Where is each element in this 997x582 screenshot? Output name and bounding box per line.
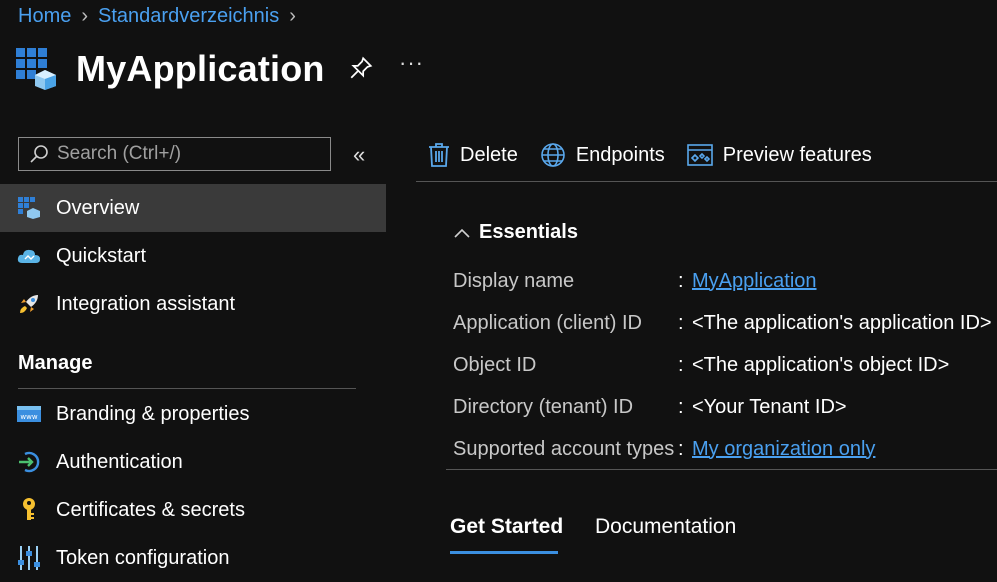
cloud-icon — [17, 244, 41, 268]
sidebar-item-label: Branding & properties — [56, 402, 250, 425]
breadcrumb: Home › Standardverzeichnis › — [18, 3, 296, 29]
preview-features-icon — [686, 144, 713, 166]
app-grid-icon — [17, 196, 41, 220]
endpoints-label: Endpoints — [575, 143, 665, 166]
essentials-heading: Essentials — [479, 221, 578, 243]
divider — [446, 469, 997, 470]
property-label: Application (client) ID — [453, 311, 642, 334]
account-types-link[interactable]: My organization only — [692, 438, 875, 461]
sidebar-item-label: Quickstart — [56, 244, 147, 267]
rocket-icon — [17, 292, 41, 316]
sidebar-item-label: Overview — [56, 196, 140, 219]
breadcrumb-directory-link[interactable]: Standardverzeichnis — [98, 5, 279, 28]
search-placeholder: Search (Ctrl+/) — [57, 143, 182, 164]
sign-in-icon — [17, 450, 41, 474]
sidebar-item-quickstart[interactable]: Quickstart — [0, 232, 386, 280]
essentials-toggle[interactable]: Essentials — [453, 221, 578, 244]
manage-heading: Manage — [18, 352, 93, 374]
trash-icon — [429, 143, 449, 167]
web-icon: www — [17, 402, 41, 426]
sidebar-item-token-configuration[interactable]: Token configuration — [0, 534, 386, 582]
search-icon — [30, 145, 48, 163]
divider — [18, 388, 356, 389]
sidebar-item-label: Integration assistant — [56, 292, 235, 315]
client-id-value: <The application's application ID> — [692, 311, 992, 334]
property-label: Display name — [453, 269, 575, 292]
sidebar-item-branding[interactable]: www Branding & properties — [0, 390, 386, 438]
sliders-icon — [17, 546, 41, 570]
search-input[interactable]: Search (Ctrl+/) — [18, 137, 331, 171]
command-bar: Delete Endpoints Preview features — [428, 138, 894, 172]
property-label: Supported account types — [453, 437, 675, 460]
tab-get-started[interactable]: Get Started — [450, 515, 563, 539]
delete-label: Delete — [460, 143, 518, 166]
app-registration-icon — [16, 48, 56, 90]
more-options-icon[interactable]: ··· — [399, 50, 424, 76]
sidebar-item-integration-assistant[interactable]: Integration assistant — [0, 280, 386, 328]
preview-features-label: Preview features — [722, 143, 872, 166]
chevron-up-icon — [454, 228, 470, 238]
property-label: Directory (tenant) ID — [453, 395, 634, 418]
property-row-display-name: Display name : MyApplication — [453, 269, 817, 293]
endpoints-button[interactable]: Endpoints — [540, 142, 665, 168]
object-id-value: <The application's object ID> — [692, 353, 950, 376]
tab-documentation[interactable]: Documentation — [595, 515, 736, 539]
globe-icon — [541, 143, 565, 167]
collapse-sidebar-icon[interactable]: « — [353, 142, 365, 168]
divider — [416, 181, 997, 182]
sidebar-item-label: Certificates & secrets — [56, 498, 245, 521]
active-tab-indicator — [450, 551, 558, 554]
property-row-client-id: Application (client) ID : <The applicati… — [453, 311, 992, 334]
property-row-object-id: Object ID : <The application's object ID… — [453, 353, 950, 376]
chevron-right-icon: › — [289, 4, 296, 27]
sidebar-item-authentication[interactable]: Authentication — [0, 438, 386, 486]
pin-icon[interactable] — [348, 55, 374, 81]
delete-button[interactable]: Delete — [428, 142, 518, 168]
breadcrumb-home-link[interactable]: Home — [18, 5, 71, 28]
property-row-tenant-id: Directory (tenant) ID : <Your Tenant ID> — [453, 395, 847, 418]
property-label: Object ID — [453, 353, 537, 376]
sidebar-item-label: Authentication — [56, 450, 183, 473]
key-icon — [17, 498, 41, 522]
page-header: MyApplication — [16, 44, 325, 94]
display-name-link[interactable]: MyApplication — [692, 270, 817, 293]
sidebar-item-overview[interactable]: Overview — [0, 184, 386, 232]
chevron-right-icon: › — [81, 4, 89, 27]
tenant-id-value: <Your Tenant ID> — [692, 395, 847, 418]
sidebar-item-label: Token configuration — [56, 546, 230, 569]
sidebar-item-certificates[interactable]: Certificates & secrets — [0, 486, 386, 534]
preview-features-button[interactable]: Preview features — [686, 143, 872, 167]
svg-text:www: www — [20, 413, 37, 421]
page-title: MyApplication — [76, 48, 325, 89]
property-row-account-types: Supported account types : My organizatio… — [453, 437, 876, 461]
